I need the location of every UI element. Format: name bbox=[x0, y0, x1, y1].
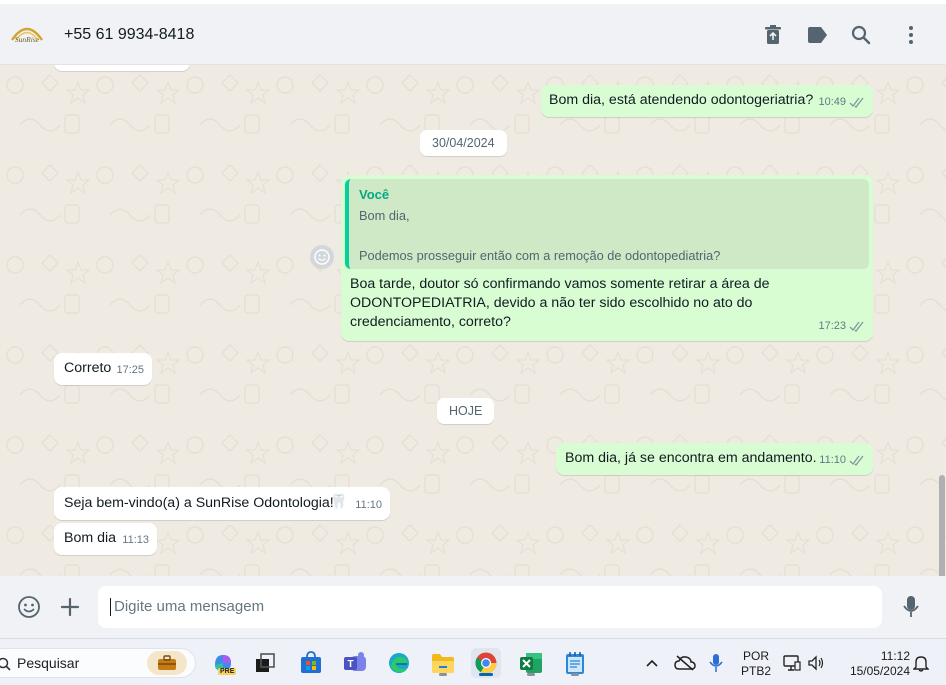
message-bubble-incoming[interactable]: Correto 17:25 bbox=[54, 353, 152, 385]
message-input[interactable]: Digite uma mensagem bbox=[98, 586, 882, 628]
taskbar-search-box[interactable]: Pesquisar bbox=[0, 648, 196, 678]
keyboard-language[interactable]: POR PTB2 bbox=[738, 649, 774, 679]
date-separator: 30/04/2024 bbox=[420, 130, 507, 156]
network-icon[interactable] bbox=[780, 648, 804, 678]
edge-icon[interactable] bbox=[384, 648, 414, 678]
microphone-icon[interactable] bbox=[704, 648, 728, 678]
message-time: 11:13 bbox=[122, 534, 149, 546]
svg-text:SunRise: SunRise bbox=[15, 35, 40, 44]
message-time: 11:10 bbox=[355, 499, 382, 511]
windows-taskbar: Pesquisar PRE T POR PTB2 11:12 15/05/202… bbox=[0, 638, 946, 685]
chat-area[interactable]: Bom dia, está atendendo odontogeriatria?… bbox=[0, 65, 946, 576]
double-check-icon bbox=[849, 97, 864, 108]
message-bubble-outgoing[interactable]: Você Bom dia, Podemos prosseguir então c… bbox=[341, 175, 873, 341]
keyboard-layout-code: PTB2 bbox=[740, 664, 771, 678]
quoted-message[interactable]: Você Bom dia, Podemos prosseguir então c… bbox=[345, 179, 869, 269]
search-icon bbox=[0, 657, 11, 671]
message-meta: 11:10 bbox=[819, 451, 865, 470]
contact-name[interactable]: +55 61 9934-8418 bbox=[64, 26, 194, 44]
app-active-indicator bbox=[479, 673, 493, 676]
message-text: Bom dia, está atendendo odontogeriatria? bbox=[549, 92, 814, 108]
svg-text:T: T bbox=[347, 659, 353, 670]
search-icon[interactable] bbox=[848, 22, 874, 48]
notification-bell-icon[interactable] bbox=[910, 648, 932, 678]
app-running-indicator bbox=[527, 673, 535, 676]
emoji-icon[interactable] bbox=[16, 594, 42, 620]
message-composer: Digite uma mensagem bbox=[0, 576, 946, 638]
notepad-icon[interactable] bbox=[560, 648, 590, 678]
menu-icon[interactable] bbox=[898, 22, 924, 48]
tooth-emoji: 🦷 bbox=[330, 493, 348, 509]
volume-icon[interactable] bbox=[805, 648, 827, 678]
message-input-placeholder: Digite uma mensagem bbox=[114, 598, 265, 615]
copilot-icon[interactable]: PRE bbox=[208, 648, 238, 678]
message-meta: 11:13 bbox=[122, 531, 149, 550]
mic-icon[interactable] bbox=[898, 594, 924, 620]
chat-header: SunRise +55 61 9934-8418 bbox=[0, 4, 946, 65]
excel-icon[interactable] bbox=[516, 648, 546, 678]
message-time: 10:49 bbox=[818, 96, 846, 108]
double-check-icon bbox=[849, 321, 864, 332]
react-emoji-icon[interactable] bbox=[310, 245, 334, 269]
teams-icon[interactable]: T bbox=[340, 648, 370, 678]
plus-icon[interactable] bbox=[57, 594, 83, 620]
language-code: POR bbox=[742, 649, 769, 663]
app-running-indicator bbox=[571, 673, 579, 676]
date-separator: HOJE bbox=[437, 398, 495, 424]
message-time: 17:23 bbox=[818, 320, 846, 332]
message-meta: 17:25 bbox=[116, 361, 144, 380]
label-icon[interactable] bbox=[804, 22, 830, 48]
message-meta: 10:49 bbox=[818, 93, 865, 112]
message-meta: 17:23 bbox=[818, 317, 865, 336]
message-bubble-outgoing[interactable]: Bom dia, já se encontra em andamento. 11… bbox=[556, 443, 873, 475]
message-bubble-outgoing[interactable]: Bom dia, está atendendo odontogeriatria?… bbox=[541, 85, 873, 117]
task-view-icon[interactable] bbox=[250, 648, 280, 678]
copilot-badge: PRE bbox=[218, 668, 237, 675]
archive-icon[interactable] bbox=[760, 22, 786, 48]
file-explorer-icon[interactable] bbox=[428, 648, 458, 678]
message-text: Correto bbox=[64, 360, 112, 376]
message-bubble-incoming[interactable]: Seja bem-vindo(a) a SunRise Odontologia!… bbox=[54, 487, 390, 520]
chevron-up-icon[interactable] bbox=[640, 648, 664, 678]
message-meta: 11:10 bbox=[355, 496, 382, 515]
contact-avatar[interactable]: SunRise bbox=[8, 22, 46, 48]
quote-author: Você bbox=[359, 187, 390, 202]
message-time: 11:10 bbox=[819, 454, 846, 466]
message-bubble-incoming[interactable]: Bom dia 11:13 bbox=[54, 523, 157, 555]
double-check-icon bbox=[849, 455, 864, 466]
message-time: 17:25 bbox=[116, 364, 144, 376]
message-bubble-partial[interactable] bbox=[54, 65, 190, 71]
store-icon[interactable] bbox=[296, 648, 326, 678]
briefcase-icon[interactable] bbox=[147, 651, 187, 675]
chat-scrollbar[interactable] bbox=[939, 475, 945, 576]
message-text: Bom dia bbox=[64, 530, 117, 546]
app-running-indicator bbox=[439, 673, 447, 676]
chrome-icon[interactable] bbox=[471, 648, 501, 678]
clock-time: 11:12 bbox=[880, 649, 910, 663]
cloud-offline-icon[interactable] bbox=[672, 648, 698, 678]
message-text: Boa tarde, doutor só confirmando vamos s… bbox=[350, 276, 770, 330]
message-text: Seja bem-vindo(a) a SunRise Odontologia! bbox=[64, 495, 334, 511]
clock-date: 15/05/2024 bbox=[849, 664, 910, 678]
quote-text: Bom dia, Podemos prosseguir então com a … bbox=[359, 208, 721, 263]
taskbar-clock[interactable]: 11:12 15/05/2024 bbox=[836, 649, 910, 679]
taskbar-search-label: Pesquisar bbox=[17, 655, 80, 671]
message-text: Bom dia, já se encontra em andamento. bbox=[565, 450, 817, 466]
